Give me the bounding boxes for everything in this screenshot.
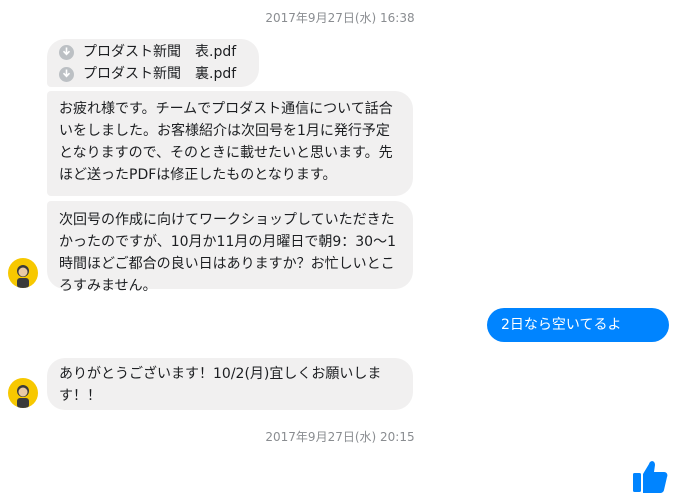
- attachment-item[interactable]: プロダスト新聞 表.pdf: [59, 41, 247, 63]
- attachment-filename[interactable]: プロダスト新聞 表.pdf: [83, 41, 236, 63]
- timestamp: 2017年9月27日(水) 20:15: [265, 430, 415, 444]
- contact-avatar[interactable]: [8, 378, 38, 408]
- chat-thread: 2017年9月27日(水) 16:38 プロダスト新聞 表.pdf プロダスト新…: [0, 0, 680, 501]
- attachment-bubble: プロダスト新聞 表.pdf プロダスト新聞 裏.pdf: [47, 39, 259, 87]
- attachment-filename[interactable]: プロダスト新聞 裏.pdf: [83, 63, 236, 85]
- contact-avatar[interactable]: [8, 258, 38, 288]
- download-icon[interactable]: [59, 66, 74, 82]
- incoming-message[interactable]: お疲れ様です。チームでプロダスト通信について話合いをしました。お客様紹介は次回号…: [47, 91, 413, 196]
- incoming-message[interactable]: ありがとうございます！10/2(月)宜しくお願いします！！: [47, 358, 413, 410]
- timestamp: 2017年9月27日(水) 16:38: [265, 11, 415, 25]
- incoming-message[interactable]: 次回号の作成に向けてワークショップしていただきたかったのですが、10月か11月の…: [47, 201, 413, 294]
- attachment-item[interactable]: プロダスト新聞 裏.pdf: [59, 63, 247, 85]
- thumbs-up-icon[interactable]: [631, 456, 669, 494]
- download-icon[interactable]: [59, 44, 74, 60]
- outgoing-message[interactable]: 2日なら空いてるよ(^^): [487, 308, 669, 367]
